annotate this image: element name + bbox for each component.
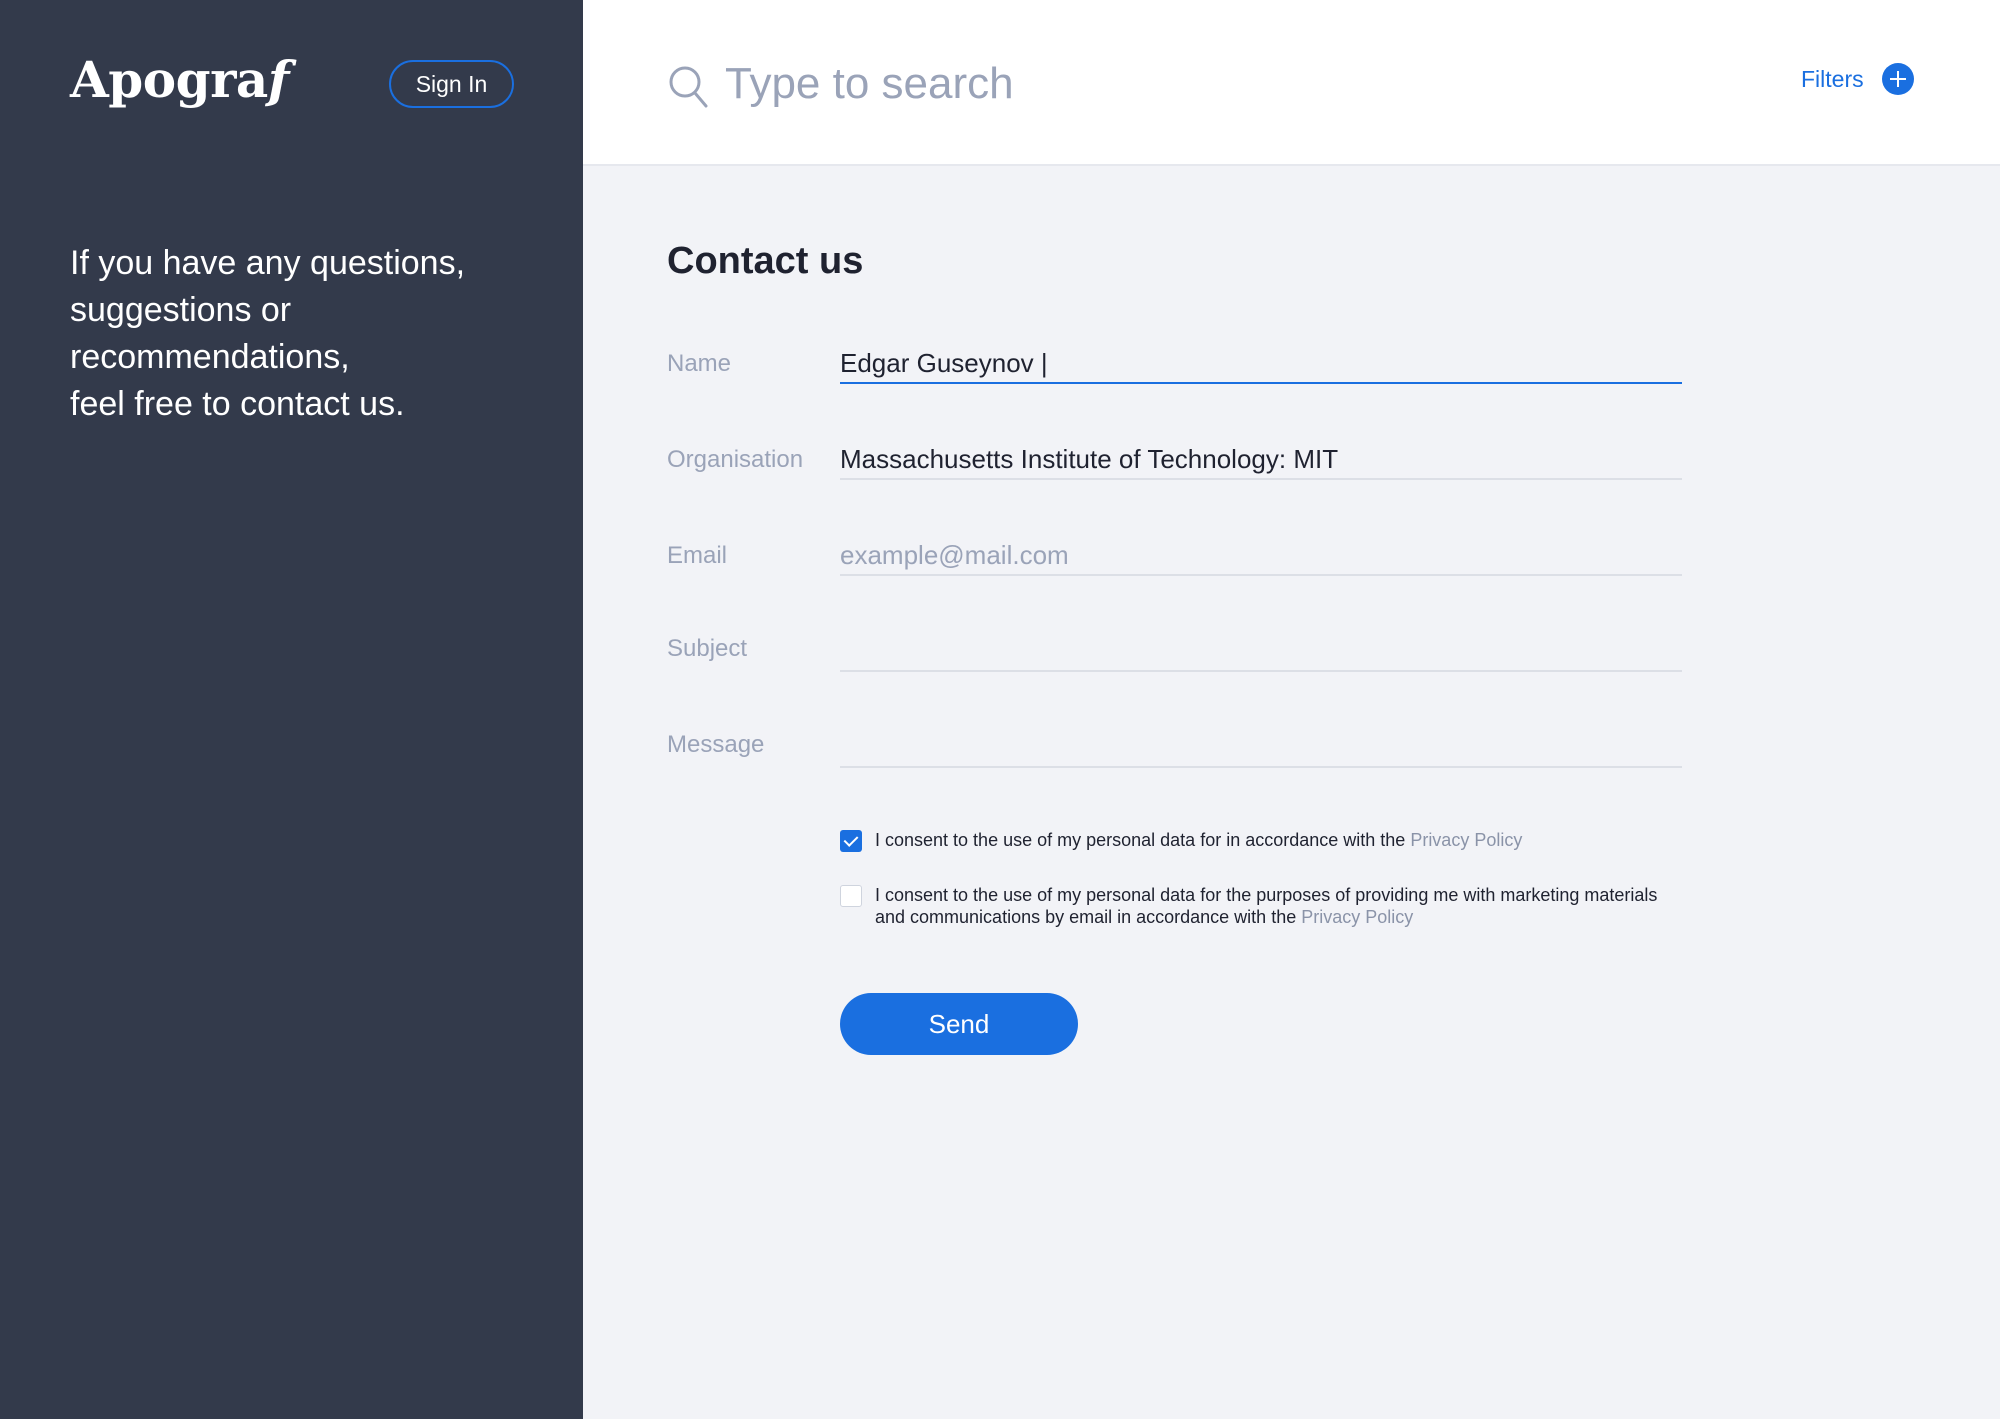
tagline-line: suggestions or xyxy=(70,291,292,329)
message-field[interactable] xyxy=(840,728,1682,768)
tagline-line: If you have any questions, xyxy=(70,244,466,282)
sign-in-button[interactable]: Sign In xyxy=(389,60,514,108)
tagline-line: recommendations, xyxy=(70,338,350,376)
page-title: Contact us xyxy=(667,240,864,282)
plus-circle-icon[interactable] xyxy=(1881,63,1914,95)
subject-label: Subject xyxy=(667,635,748,662)
email-field[interactable] xyxy=(840,536,1682,576)
filters-button[interactable]: Filters xyxy=(1801,63,1914,95)
consent-row: I consent to the use of my personal data… xyxy=(840,829,1660,852)
email-label: Email xyxy=(667,542,728,569)
logo-text-italic: f xyxy=(267,50,290,109)
consent-text-body: I consent to the use of my personal data… xyxy=(875,830,1411,850)
privacy-policy-link[interactable]: Privacy Policy xyxy=(1301,907,1413,927)
name-label: Name xyxy=(667,350,732,377)
consent-text-body: I consent to the use of my personal data… xyxy=(875,885,1658,927)
privacy-policy-link[interactable]: Privacy Policy xyxy=(1410,830,1522,850)
sidebar: Apograf Sign In If you have any question… xyxy=(0,0,583,1419)
logo-text: Apogra xyxy=(70,50,268,109)
consent-marketing-checkbox[interactable] xyxy=(840,885,862,907)
search-input[interactable] xyxy=(725,52,1325,116)
sidebar-tagline: If you have any questions, suggestions o… xyxy=(70,240,550,428)
consent-text: I consent to the use of my personal data… xyxy=(875,829,1522,851)
organisation-label: Organisation xyxy=(667,446,804,473)
organisation-field[interactable] xyxy=(840,440,1682,480)
consent-text: I consent to the use of my personal data… xyxy=(875,884,1660,928)
consent-row: I consent to the use of my personal data… xyxy=(840,884,1660,928)
send-button[interactable]: Send xyxy=(840,993,1078,1055)
tagline-line: feel free to contact us. xyxy=(70,385,405,423)
search-icon[interactable] xyxy=(668,65,708,109)
filters-label: Filters xyxy=(1801,65,1864,92)
subject-field[interactable] xyxy=(840,632,1682,672)
apograf-logo[interactable]: Apograf xyxy=(70,50,289,109)
message-label: Message xyxy=(667,731,765,758)
consent-data-checkbox[interactable] xyxy=(840,830,862,852)
name-field[interactable] xyxy=(840,344,1682,384)
top-search-bar: Filters xyxy=(583,0,2000,166)
